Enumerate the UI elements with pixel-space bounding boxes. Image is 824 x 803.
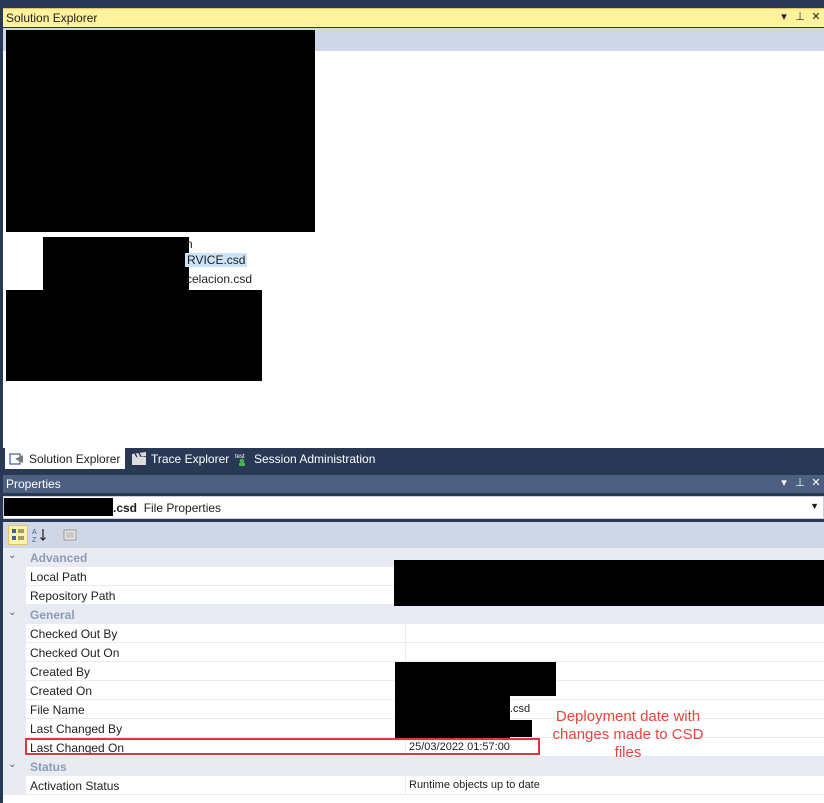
property-name: Activation Status [30,779,120,793]
property-pages-button[interactable] [60,525,80,545]
tree-item-selected[interactable]: RVICE.csd [185,253,248,267]
properties-title: Properties [6,477,61,491]
categorized-icon [12,529,24,540]
object-type-label: File Properties [143,501,222,515]
tab-solution-explorer[interactable]: Solution Explorer [5,448,125,469]
category-name: Status [30,760,67,774]
solution-explorer-title: Solution Explorer [6,11,98,25]
property-row[interactable]: Checked Out On [3,643,824,662]
solution-explorer-icon [9,452,25,466]
property-value: .csd [510,703,531,715]
property-pages-icon [63,529,77,541]
close-icon[interactable]: ✕ [810,10,822,24]
property-grid: ⌄ Advanced Local Path Repository Path ⌄ … [3,548,824,803]
collapse-caret-icon[interactable]: ⌄ [8,550,16,561]
properties-titlebar: Properties ▾ ⊥ ✕ [3,475,824,493]
tab-label: Trace Explorer [151,451,230,466]
window-position-dropdown-icon[interactable]: ▾ [778,476,790,490]
tab-session-administration[interactable]: test Session Administration [230,448,379,469]
property-name: Repository Path [30,589,116,603]
redacted-block [395,662,556,696]
tree-item[interactable]: n [186,237,193,251]
svg-text:test: test [235,454,245,460]
collapse-caret-icon[interactable]: ⌄ [8,607,16,618]
svg-text:A: A [32,529,37,536]
collapse-caret-icon[interactable]: ⌄ [8,759,16,770]
window-position-dropdown-icon[interactable]: ▾ [778,10,790,24]
clapperboard-icon [131,451,147,466]
solution-explorer-tree: n RVICE.csd celacion.csd [3,30,824,448]
annotation-highlight-box [25,738,540,755]
pin-icon[interactable]: ⊥ [794,10,806,24]
object-selector-dropdown[interactable]: .csd File Properties ▼ [3,496,824,519]
annotation-text: Deployment date with changes made to CSD… [552,708,704,761]
tree-item[interactable]: celacion.csd [186,272,252,286]
property-name: Checked Out On [30,646,120,660]
sort-alphabetical-icon: AZ [32,529,46,543]
chevron-down-icon[interactable]: ▼ [810,501,819,511]
category-name: Advanced [30,551,88,565]
alphabetical-button[interactable]: AZ [30,525,50,545]
category-name: General [30,608,75,622]
redacted-block [6,290,262,381]
solution-explorer-titlebar: Solution Explorer ▾ ⊥ ✕ [3,8,824,27]
session-admin-icon: test [234,452,250,466]
categorized-button[interactable] [8,525,28,545]
property-row[interactable]: Activation Status Runtime objects up to … [3,776,824,795]
tab-trace-explorer[interactable]: Trace Explorer [127,448,233,469]
tool-window-tabs: Solution Explorer Trace Explorer test Se… [3,448,824,469]
property-name: File Name [30,703,85,717]
redacted-block [4,498,113,516]
svg-text:Z: Z [32,537,37,543]
property-row[interactable]: Checked Out By [3,624,824,643]
tab-label: Solution Explorer [29,451,121,466]
redacted-block [43,237,189,292]
property-name: Last Changed By [30,722,123,736]
properties-toolbar: AZ [3,522,824,548]
close-icon[interactable]: ✕ [810,476,822,490]
property-name: Created By [30,665,91,679]
tab-label: Session Administration [254,451,376,466]
pin-icon[interactable]: ⊥ [794,476,806,490]
property-name: Created On [30,684,93,698]
category-general[interactable]: ⌄ General [3,605,824,624]
object-selector-label: .csd File Properties [113,501,221,515]
object-name-suffix: .csd [113,501,138,515]
property-name: Checked Out By [30,627,118,641]
property-name: Local Path [30,570,87,584]
property-value: Runtime objects up to date [409,779,540,791]
redacted-block [6,30,315,232]
redacted-block [394,560,824,606]
redacted-block [395,720,532,737]
